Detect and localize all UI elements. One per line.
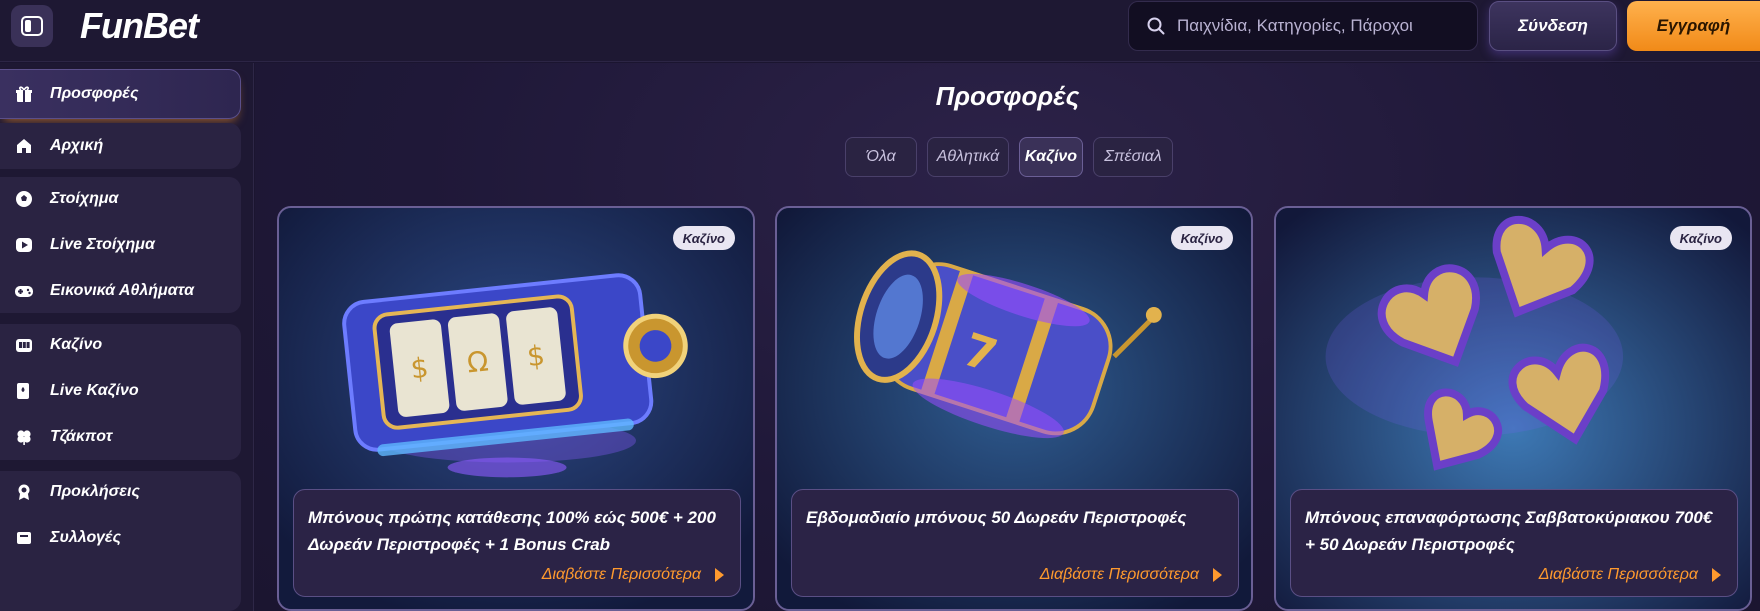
category-badge: Καζίνο — [1669, 226, 1732, 250]
sidebar-item-live-casino[interactable]: Live Καζίνο — [0, 366, 241, 416]
sidebar-item-label: Εικονικά Αθλήματα — [50, 282, 195, 299]
read-more-link[interactable]: Διαβάστε Περισσότερα — [1539, 566, 1721, 584]
sidebar-item-label: Προσφορές — [50, 85, 139, 102]
category-badge: Καζίνο — [672, 226, 735, 250]
svg-text:$: $ — [409, 351, 430, 386]
sidebar-item-label: Αρχική — [50, 137, 104, 154]
filter-tabs: Όλα Αθλητικά Καζίνο Σπέσιαλ — [255, 137, 1760, 177]
sidebar-toggle-icon — [21, 16, 43, 36]
promo-info-panel: Μπόνους πρώτης κατάθεσης 100% εώς 500€ +… — [293, 489, 741, 597]
top-header: FunBet Σύνδεση Εγγραφή — [0, 0, 1760, 62]
sidebar-item-label: Live Καζίνο — [50, 382, 139, 399]
read-more-link[interactable]: Διαβάστε Περισσότερα — [542, 566, 724, 584]
funbet-logo[interactable]: FunBet — [80, 4, 199, 48]
page-title: Προσφορές — [935, 81, 1080, 111]
svg-text:$: $ — [525, 339, 546, 374]
tab-casino[interactable]: Καζίνο — [1019, 137, 1083, 177]
sidebar-toggle-button[interactable] — [11, 5, 53, 47]
sidebar: Προσφορές Αρχική Στοίχημα Live Στοίχημα … — [0, 63, 254, 611]
promo-title: Μπόνους πρώτης κατάθεσης 100% εώς 500€ +… — [308, 508, 716, 554]
tab-sports[interactable]: Αθλητικά — [927, 137, 1009, 177]
gift-icon — [14, 84, 34, 104]
play-icon — [14, 235, 34, 255]
sidebar-item-label: Live Στοίχημα — [50, 236, 155, 253]
svg-text:Ω: Ω — [465, 344, 490, 379]
sidebar-item-challenges[interactable]: Προκλήσεις — [0, 467, 241, 517]
sidebar-item-virtual-sports[interactable]: Εικονικά Αθλήματα — [0, 266, 241, 316]
collection-icon — [14, 528, 34, 548]
read-more-link[interactable]: Διαβάστε Περισσότερα — [1040, 566, 1222, 584]
sidebar-item-casino[interactable]: Καζίνο — [0, 320, 241, 370]
slot-machine-icon — [14, 335, 34, 355]
search-icon — [1147, 17, 1165, 35]
login-button[interactable]: Σύνδεση — [1489, 1, 1617, 51]
tab-all[interactable]: Όλα — [845, 137, 917, 177]
cards-icon — [14, 381, 34, 401]
promo-title: Εβδομαδιαίο μπόνους 50 Δωρεάν Περιστροφέ… — [806, 508, 1187, 527]
sidebar-item-label: Καζίνο — [50, 336, 103, 353]
home-icon — [14, 136, 34, 156]
soccer-ball-icon — [14, 189, 34, 209]
gamepad-icon — [14, 281, 34, 301]
clover-icon — [14, 427, 34, 447]
search-input[interactable] — [1177, 16, 1467, 36]
sidebar-item-label: Στοίχημα — [50, 190, 119, 207]
sidebar-item-promotions[interactable]: Προσφορές — [0, 69, 241, 119]
promo-info-panel: Εβδομαδιαίο μπόνους 50 Δωρεάν Περιστροφέ… — [791, 489, 1239, 597]
search-box[interactable] — [1128, 1, 1478, 51]
promo-card[interactable]: 7 Καζίνο Εβδομαδιαίο μπόνους 50 Δωρεάν Π… — [775, 206, 1253, 611]
read-more-label: Διαβάστε Περισσότερα — [541, 566, 701, 583]
main-content: Προσφορές Όλα Αθλητικά Καζίνο Σπέσιαλ $ — [255, 63, 1760, 611]
sidebar-item-label: Προκλήσεις — [50, 483, 140, 500]
sidebar-item-live-betting[interactable]: Live Στοίχημα — [0, 220, 241, 270]
sidebar-item-collections[interactable]: Συλλογές — [0, 513, 241, 563]
promo-title: Μπόνους επαναφόρτωσης Σαββατοκύριακου 70… — [1305, 508, 1713, 554]
sidebar-item-betting[interactable]: Στοίχημα — [0, 174, 241, 224]
tab-special[interactable]: Σπέσιαλ — [1093, 137, 1173, 177]
sidebar-item-jackpot[interactable]: Τζάκποτ — [0, 412, 241, 462]
promo-card[interactable]: Καζίνο Μπόνους επαναφόρτωσης Σαββατοκύρι… — [1274, 206, 1752, 611]
arrow-right-icon — [1213, 568, 1222, 582]
arrow-right-icon — [1712, 568, 1721, 582]
arrow-right-icon — [715, 568, 724, 582]
read-more-label: Διαβάστε Περισσότερα — [1538, 566, 1698, 583]
promo-info-panel: Μπόνους επαναφόρτωσης Σαββατοκύριακου 70… — [1290, 489, 1738, 597]
medal-icon — [14, 482, 34, 502]
sidebar-item-home[interactable]: Αρχική — [0, 121, 241, 171]
category-badge: Καζίνο — [1170, 226, 1233, 250]
sidebar-item-label: Συλλογές — [50, 529, 122, 546]
promo-card[interactable]: $ Ω $ Καζίνο Μπόνους πρώτης κατάθεσης 10… — [277, 206, 755, 611]
register-button[interactable]: Εγγραφή — [1627, 1, 1760, 51]
read-more-label: Διαβάστε Περισσότερα — [1039, 566, 1199, 583]
sidebar-item-label: Τζάκποτ — [50, 428, 113, 445]
